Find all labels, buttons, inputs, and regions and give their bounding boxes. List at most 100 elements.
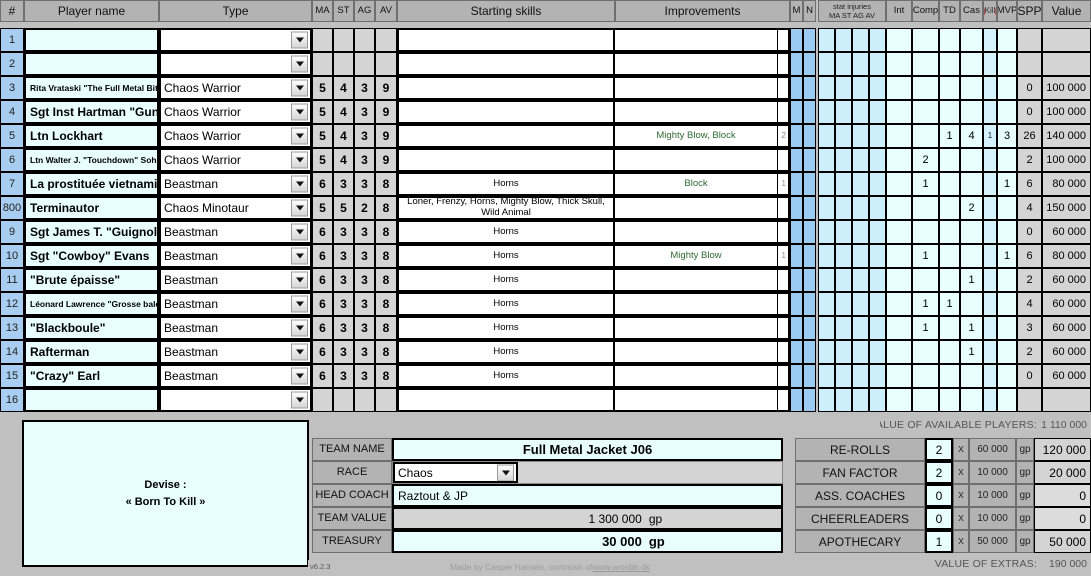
team-value-field[interactable]: 1 300 000 gp [392, 507, 783, 530]
player-name-input[interactable]: "Brute épaisse" [24, 268, 159, 292]
extra-quantity[interactable]: 0 [925, 507, 953, 530]
player-injury-av[interactable] [869, 316, 886, 340]
player-injury-ag[interactable] [852, 340, 869, 364]
chevron-down-icon[interactable] [291, 271, 308, 289]
player-kill[interactable] [983, 220, 997, 244]
player-comp[interactable] [912, 268, 939, 292]
extra-quantity[interactable]: 2 [925, 461, 953, 484]
player-name-input[interactable]: "Crazy" Earl [24, 364, 159, 388]
chevron-down-icon[interactable] [291, 151, 308, 169]
player-mvp[interactable] [997, 28, 1017, 52]
player-mvp[interactable] [997, 364, 1017, 388]
player-name-input[interactable] [24, 52, 159, 76]
player-comp[interactable] [912, 196, 939, 220]
player-missing-next-game[interactable] [790, 364, 803, 388]
player-comp[interactable] [912, 100, 939, 124]
treasury-field[interactable]: 30 000 gp [392, 530, 783, 553]
player-int[interactable] [886, 196, 912, 220]
player-type-select[interactable]: Chaos Warrior [159, 100, 312, 124]
player-niggling-injury[interactable] [803, 244, 816, 268]
player-injury-ma[interactable] [818, 340, 835, 364]
player-int[interactable] [886, 148, 912, 172]
player-type-select[interactable]: Beastman [159, 244, 312, 268]
player-td[interactable] [939, 316, 960, 340]
player-injury-st[interactable] [835, 52, 852, 76]
player-injury-ag[interactable] [852, 52, 869, 76]
player-missing-next-game[interactable] [790, 220, 803, 244]
player-missing-next-game[interactable] [790, 124, 803, 148]
player-injury-ma[interactable] [818, 100, 835, 124]
player-injury-av[interactable] [869, 292, 886, 316]
player-kill[interactable] [983, 364, 997, 388]
player-type-select[interactable] [159, 52, 312, 76]
player-name-input[interactable]: Terminautor [24, 196, 159, 220]
player-missing-next-game[interactable] [790, 148, 803, 172]
player-injury-av[interactable] [869, 148, 886, 172]
player-injury-st[interactable] [835, 268, 852, 292]
player-comp[interactable] [912, 220, 939, 244]
player-injury-ag[interactable] [852, 76, 869, 100]
player-injury-ma[interactable] [818, 124, 835, 148]
player-kill[interactable] [983, 76, 997, 100]
player-missing-next-game[interactable] [790, 76, 803, 100]
player-niggling-injury[interactable] [803, 196, 816, 220]
player-mvp[interactable]: 3 [997, 124, 1017, 148]
player-injury-ma[interactable] [818, 364, 835, 388]
player-cas[interactable] [960, 292, 983, 316]
player-cas[interactable]: 4 [960, 124, 983, 148]
player-int[interactable] [886, 28, 912, 52]
player-injury-st[interactable] [835, 244, 852, 268]
player-cas[interactable] [960, 76, 983, 100]
player-niggling-injury[interactable] [803, 292, 816, 316]
player-type-select[interactable] [159, 28, 312, 52]
player-int[interactable] [886, 100, 912, 124]
player-comp[interactable] [912, 28, 939, 52]
player-kill[interactable] [983, 316, 997, 340]
player-injury-ag[interactable] [852, 28, 869, 52]
player-kill[interactable] [983, 244, 997, 268]
extra-quantity[interactable]: 0 [925, 484, 953, 507]
player-injury-ag[interactable] [852, 148, 869, 172]
player-type-select[interactable]: Beastman [159, 364, 312, 388]
player-mvp[interactable] [997, 148, 1017, 172]
player-int[interactable] [886, 244, 912, 268]
player-name-input[interactable]: Rita Vrataski "The Full Metal Bitch" [24, 76, 159, 100]
player-injury-av[interactable] [869, 124, 886, 148]
player-injury-st[interactable] [835, 340, 852, 364]
player-niggling-injury[interactable] [803, 172, 816, 196]
player-type-select[interactable] [159, 388, 312, 412]
player-comp[interactable] [912, 124, 939, 148]
player-type-select[interactable]: Chaos Minotaur [159, 196, 312, 220]
player-comp[interactable]: 1 [912, 244, 939, 268]
player-niggling-injury[interactable] [803, 148, 816, 172]
player-comp[interactable]: 1 [912, 172, 939, 196]
player-injury-ag[interactable] [852, 388, 869, 412]
player-missing-next-game[interactable] [790, 196, 803, 220]
player-mvp[interactable] [997, 220, 1017, 244]
chevron-down-icon[interactable] [291, 391, 308, 409]
player-type-select[interactable]: Beastman [159, 220, 312, 244]
player-td[interactable] [939, 364, 960, 388]
player-type-select[interactable]: Chaos Warrior [159, 124, 312, 148]
player-injury-ma[interactable] [818, 148, 835, 172]
chevron-down-icon[interactable] [291, 55, 308, 73]
player-name-input[interactable]: Ltn Lockhart [24, 124, 159, 148]
player-injury-ag[interactable] [852, 196, 869, 220]
player-cas[interactable] [960, 172, 983, 196]
player-td[interactable] [939, 388, 960, 412]
player-injury-av[interactable] [869, 100, 886, 124]
extra-quantity[interactable]: 1 [925, 530, 953, 553]
chevron-down-icon[interactable] [291, 367, 308, 385]
player-injury-ma[interactable] [818, 76, 835, 100]
player-name-input[interactable]: Sgt "Cowboy" Evans [24, 244, 159, 268]
player-injury-av[interactable] [869, 52, 886, 76]
player-injury-av[interactable] [869, 220, 886, 244]
player-td[interactable]: 1 [939, 292, 960, 316]
chevron-down-icon[interactable] [291, 103, 308, 121]
player-td[interactable] [939, 52, 960, 76]
chevron-down-icon[interactable] [291, 295, 308, 313]
player-missing-next-game[interactable] [790, 388, 803, 412]
player-comp[interactable] [912, 364, 939, 388]
player-injury-ag[interactable] [852, 364, 869, 388]
player-missing-next-game[interactable] [790, 244, 803, 268]
